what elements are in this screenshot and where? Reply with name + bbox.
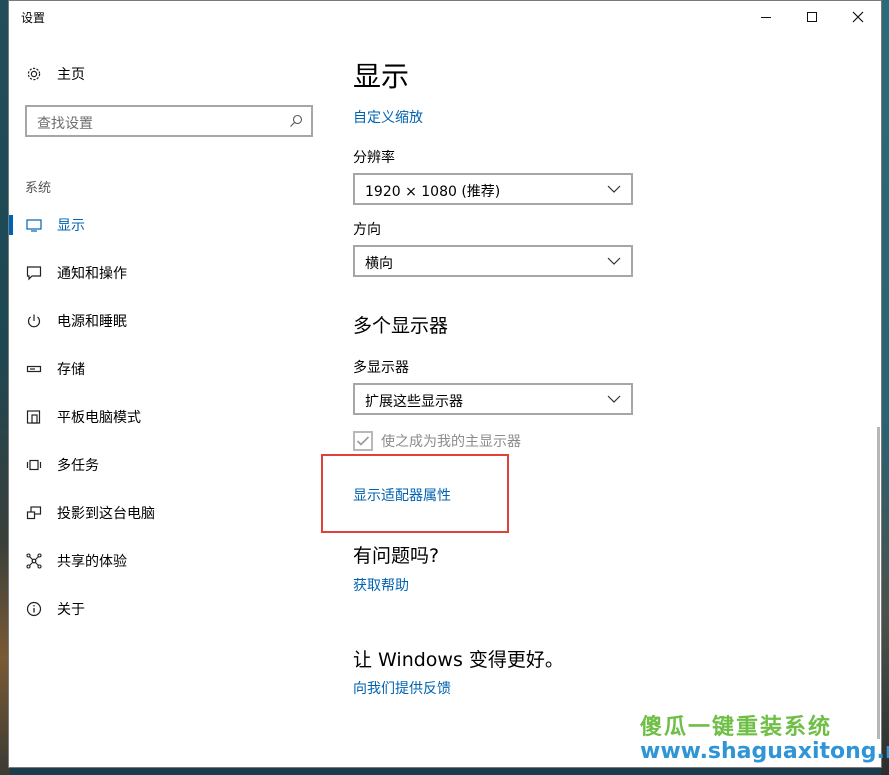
projecting-icon [25,504,43,522]
desktop-background-right [881,0,889,775]
sidebar-item-label: 通知和操作 [57,266,127,282]
main-content: 显示 自定义缩放 分辨率 1920 × 1080 (推荐) 方向 横向 多个显示… [353,1,853,769]
chevron-down-icon [607,395,621,403]
orientation-label: 方向 [353,222,381,238]
multitasking-icon [25,456,43,474]
gear-icon [25,65,43,83]
storage-icon [25,360,43,378]
sidebar-item-display[interactable]: 显示 [9,213,309,237]
main-display-checkbox[interactable] [353,431,373,451]
close-icon [852,11,864,23]
watermark-title: 傻瓜一键重装系统 [640,715,833,740]
sidebar-item-label: 显示 [57,218,85,234]
sidebar-item-storage[interactable]: 存储 [9,357,309,381]
feedback-link[interactable]: 向我们提供反馈 [353,678,451,698]
sidebar-item-multitasking[interactable]: 多任务 [9,453,309,477]
watermark: 傻瓜一键重装系统 www.shaguaxitong.net [630,707,889,769]
sidebar-item-label: 关于 [57,602,85,618]
nav-home[interactable]: 主页 [25,63,85,85]
question-heading: 有问题吗? [353,545,440,567]
settings-window: 设置 主页 查找设置 系统 显示 通知和操作 电源和睡眠 存储 平板电脑模式 多… [8,0,882,768]
orientation-value: 横向 [365,256,393,272]
main-display-checkbox-label: 使之成为我的主显示器 [381,434,521,450]
checkmark-icon [356,436,370,446]
nav-home-label: 主页 [57,67,85,83]
shared-experience-icon [25,552,43,570]
tablet-mode-icon [25,408,43,426]
custom-scaling-link[interactable]: 自定义缩放 [353,107,423,127]
page-title: 显示 [353,60,410,93]
multi-display-heading: 多个显示器 [353,315,449,337]
highlight-annotation-box [321,454,509,533]
sidebar-item-label: 存储 [57,362,85,378]
orientation-dropdown[interactable]: 横向 [353,245,633,277]
multi-display-dropdown[interactable]: 扩展这些显示器 [353,383,633,415]
get-help-link[interactable]: 获取帮助 [353,575,409,595]
search-input[interactable]: 查找设置 [25,105,313,137]
section-label-system: 系统 [25,181,52,196]
monitor-icon [25,216,43,234]
resolution-label: 分辨率 [353,150,395,166]
chevron-down-icon [607,185,621,193]
search-icon [290,114,303,127]
sidebar-item-label: 多任务 [57,458,99,474]
info-icon [25,600,43,618]
multi-display-value: 扩展这些显示器 [365,394,463,410]
sidebar-item-label: 平板电脑模式 [57,410,141,426]
sidebar-item-projecting[interactable]: 投影到这台电脑 [9,501,309,525]
search-placeholder: 查找设置 [37,116,93,132]
window-title: 设置 [21,11,46,25]
notification-icon [25,264,43,282]
sidebar-item-label: 电源和睡眠 [57,314,127,330]
resolution-value: 1920 × 1080 (推荐) [365,184,501,200]
chevron-down-icon [607,257,621,265]
sidebar-item-about[interactable]: 关于 [9,597,309,621]
watermark-url: www.shaguaxitong.net [640,739,889,764]
multi-display-label: 多显示器 [353,360,409,376]
sidebar-item-notifications[interactable]: 通知和操作 [9,261,309,285]
scrollbar[interactable] [877,427,880,739]
sidebar-item-label: 共享的体验 [57,554,127,570]
improve-windows-heading: 让 Windows 变得更好。 [353,649,564,671]
resolution-dropdown[interactable]: 1920 × 1080 (推荐) [353,173,633,205]
sidebar-item-tablet-mode[interactable]: 平板电脑模式 [9,405,309,429]
sidebar-item-shared-experiences[interactable]: 共享的体验 [9,549,309,573]
sidebar-item-power[interactable]: 电源和睡眠 [9,309,309,333]
main-display-checkbox-row[interactable]: 使之成为我的主显示器 [353,431,521,451]
sidebar-item-label: 投影到这台电脑 [57,506,155,522]
power-icon [25,312,43,330]
